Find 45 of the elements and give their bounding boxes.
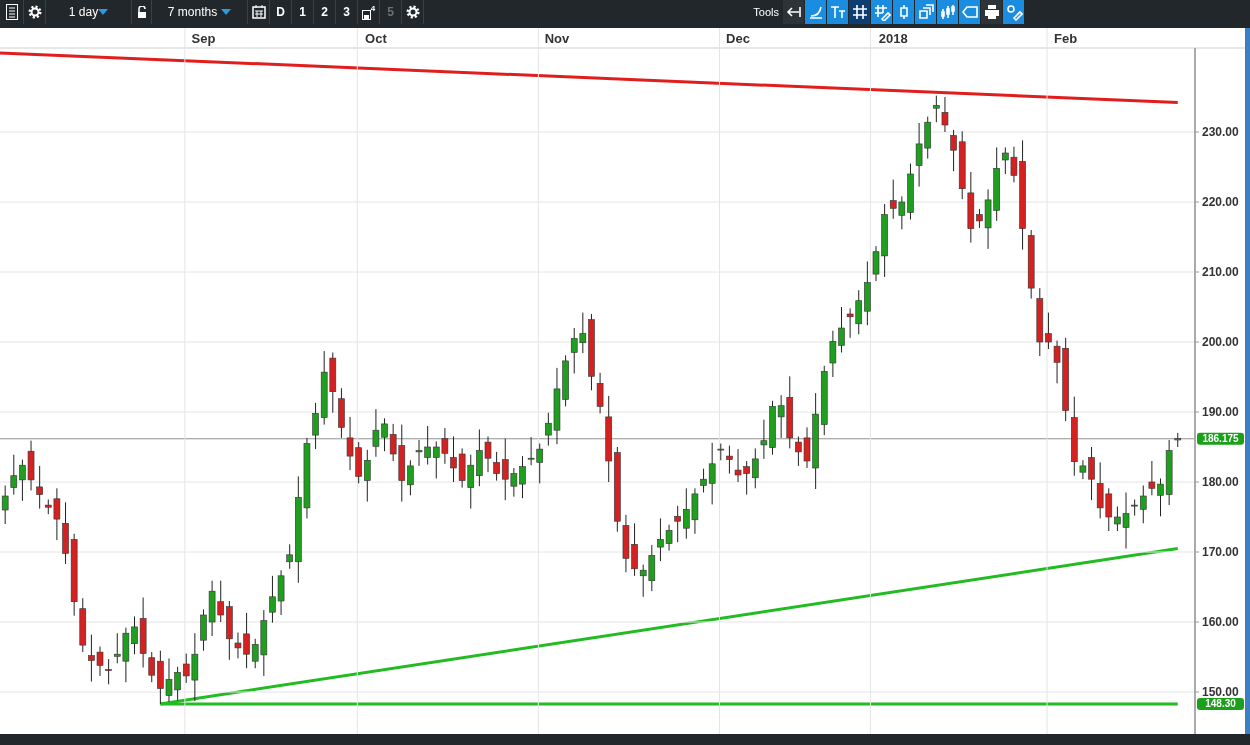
settings-icon: [1004, 3, 1023, 21]
list-icon: [5, 4, 18, 20]
period-button[interactable]: 2: [314, 0, 336, 24]
price-tick-label: 210.00: [1202, 265, 1239, 279]
price-badge: 186.175: [1197, 432, 1244, 445]
save-icon: [361, 9, 371, 20]
month-label: Feb: [1054, 31, 1078, 46]
settings-icon: [26, 4, 43, 20]
caret-icon: [98, 9, 109, 15]
price-tick-label: 190.00: [1202, 405, 1239, 419]
month-label: Sep: [191, 31, 216, 46]
range-dropdown[interactable]: 7 months: [152, 0, 248, 24]
settings-icon: [404, 4, 421, 20]
grid-pencil-icon: [872, 3, 891, 21]
grid-icon: [850, 3, 869, 21]
tag-icon: [960, 3, 979, 21]
candlesticks-icon: [938, 3, 957, 21]
price-tick-label: 180.00: [1202, 475, 1239, 489]
month-label: 2018: [878, 31, 908, 46]
tools-label: Tools: [753, 4, 779, 20]
lock-icon: [136, 6, 147, 18]
period-button[interactable]: D: [270, 0, 292, 24]
month-label: Dec: [726, 31, 750, 46]
period-button[interactable]: 1: [292, 0, 314, 24]
price-tick-label: 230.00: [1202, 125, 1239, 139]
period-button[interactable]: 3: [336, 0, 358, 24]
tool-button[interactable]: [783, 0, 804, 24]
print-icon: [982, 3, 1001, 21]
calendar-icon: [251, 5, 266, 19]
period-button[interactable]: 4: [358, 0, 380, 24]
price-tick-label: 150.00: [1202, 685, 1239, 699]
tool-button[interactable]: [849, 0, 870, 24]
price-tick-label: 220.00: [1202, 195, 1239, 209]
windows-icon: [916, 3, 935, 21]
text-tool-icon: [828, 3, 847, 21]
price-tick-label: 170.00: [1202, 545, 1239, 559]
tool-button[interactable]: [981, 0, 1002, 24]
month-label: Nov: [544, 31, 570, 46]
price-tick-label: 160.00: [1202, 615, 1239, 629]
price-badge: 148.30: [1197, 697, 1244, 710]
scroll-bar[interactable]: [1245, 28, 1250, 734]
price-tick-label: 200.00: [1202, 335, 1239, 349]
caret-icon: [221, 9, 232, 15]
month-label: Oct: [365, 31, 387, 46]
interval-dropdown[interactable]: 1 day: [46, 0, 132, 24]
